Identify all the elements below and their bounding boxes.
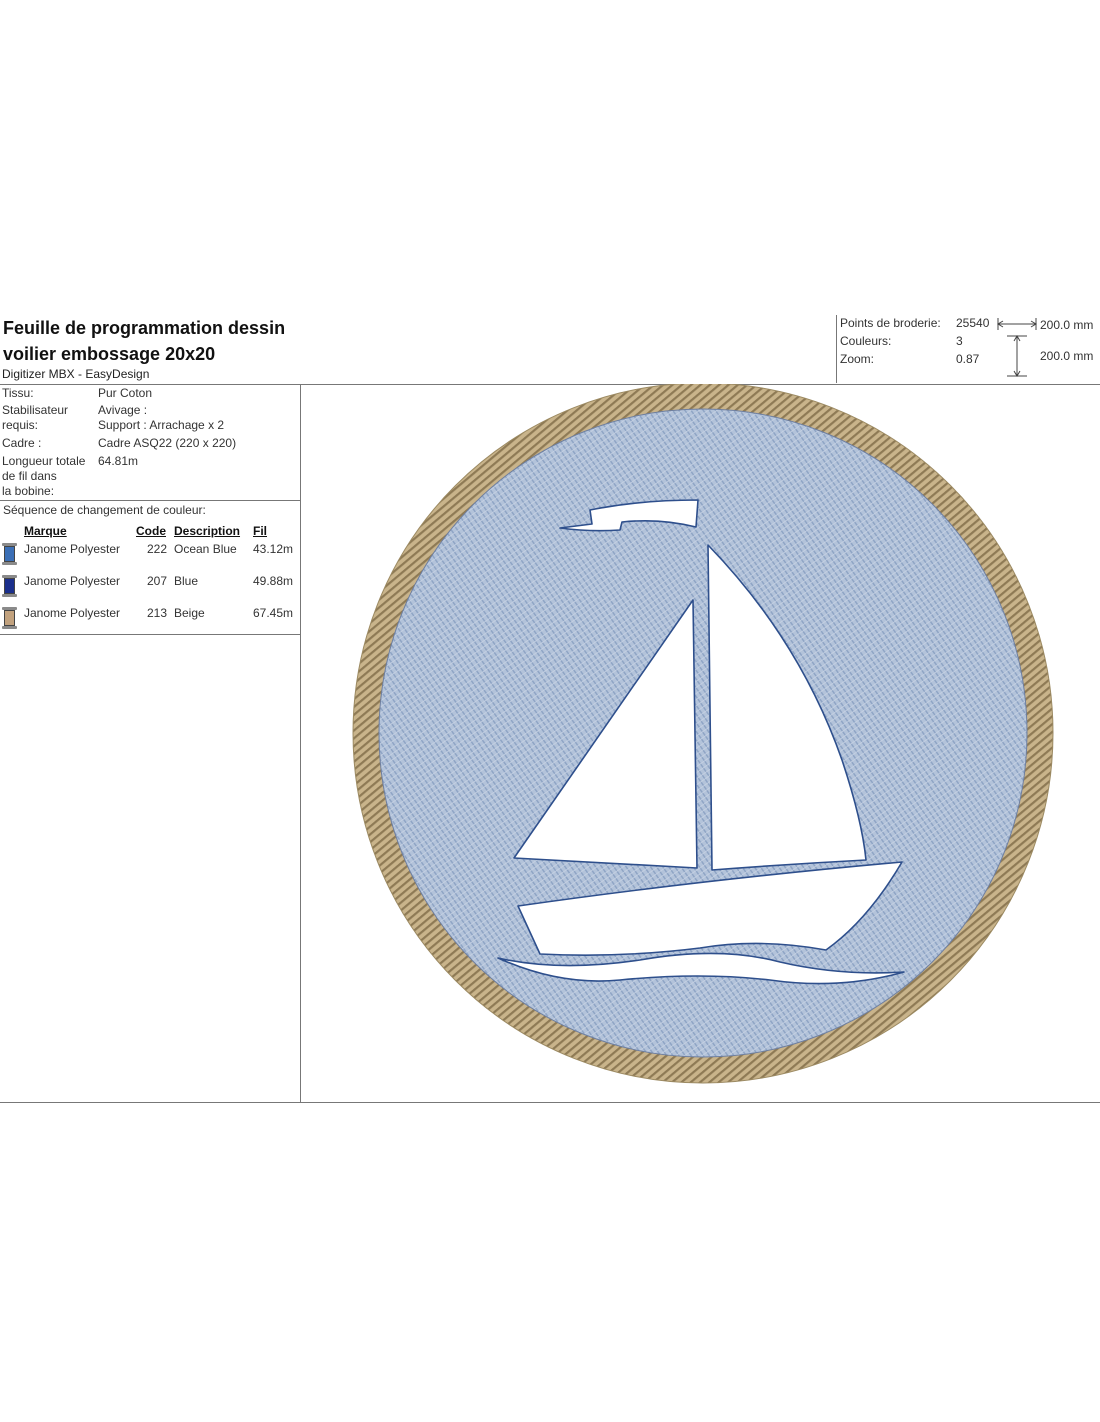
sailboat-embroidery-design: [352, 382, 1054, 1084]
row-brand: Janome Polyester: [24, 542, 121, 556]
row-description: Beige: [174, 606, 205, 620]
bobbin-label-3: la bobine:: [2, 484, 55, 498]
row-code: 213: [147, 606, 168, 620]
colors-value: 3: [956, 334, 963, 348]
stabilizer-value-2: Support : Arrachage x 2: [98, 418, 225, 432]
hoop-label: Cadre :: [2, 436, 42, 450]
sequence-divider: [0, 634, 300, 635]
row-code: 222: [147, 542, 168, 556]
bottom-border: [0, 1102, 1100, 1103]
hoop-value: Cadre ASQ22 (220 x 220): [98, 436, 237, 450]
sheet-title-line1: Feuille de programmation dessin: [3, 318, 286, 338]
thread-spool-icon: [2, 543, 17, 565]
column-code: Code: [136, 524, 166, 538]
sheet-title-line2: voilier embossage 20x20: [3, 344, 216, 364]
row-thread: 49.88m: [253, 574, 294, 588]
row-description: Ocean Blue: [174, 542, 237, 556]
bobbin-value: 64.81m: [98, 454, 139, 468]
column-description: Description: [174, 524, 241, 538]
height-value: 200.0 mm: [1040, 349, 1094, 363]
colors-label: Couleurs:: [840, 334, 892, 348]
software-label: Digitizer MBX - EasyDesign: [2, 367, 150, 381]
row-brand: Janome Polyester: [24, 606, 121, 620]
stabilizer-label-2: requis:: [2, 418, 39, 432]
stabilizer-label-1: Stabilisateur: [2, 403, 69, 417]
thread-spool-icon: [2, 607, 17, 629]
fabric-label: Tissu:: [2, 386, 34, 400]
row-thread: 43.12m: [253, 542, 294, 556]
stitches-label: Points de broderie:: [840, 316, 941, 330]
stabilizer-value-1: Avivage :: [98, 403, 148, 417]
row-brand: Janome Polyester: [24, 574, 121, 588]
color-sequence-heading: Séquence de changement de couleur:: [3, 503, 206, 517]
fabric-value: Pur Coton: [98, 386, 153, 400]
stats-divider: [836, 315, 837, 383]
bobbin-label-2: de fil dans: [2, 469, 57, 483]
zoom-value: 0.87: [956, 352, 980, 366]
design-preview: [301, 382, 1100, 1102]
zoom-label: Zoom:: [840, 352, 875, 366]
row-code: 207: [147, 574, 168, 588]
dimension-arrows-icon: [997, 318, 1037, 377]
bobbin-label-1: Longueur totale: [2, 454, 86, 468]
row-thread: 67.45m: [253, 606, 294, 620]
row-description: Blue: [174, 574, 199, 588]
width-value: 200.0 mm: [1040, 318, 1094, 332]
column-brand: Marque: [24, 524, 67, 538]
thread-spool-icon: [2, 575, 17, 597]
column-thread: Fil: [253, 524, 267, 538]
stitches-value: 25540: [956, 316, 990, 330]
info-divider: [0, 500, 300, 501]
